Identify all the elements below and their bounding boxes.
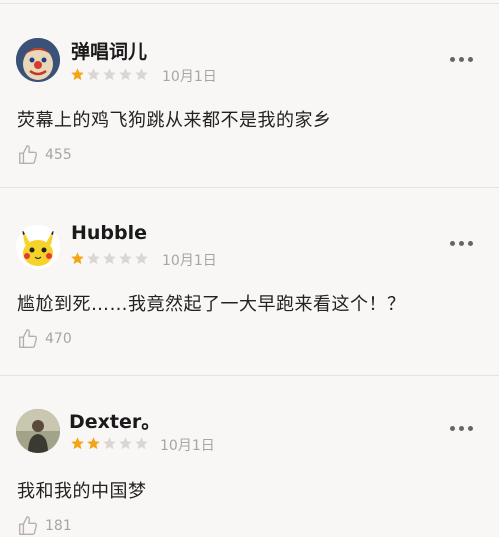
- comment-item: 弹唱词儿 10月1日 荧幕上的鸡飞狗跳从来都不是我的家乡 455: [0, 0, 499, 187]
- comment-item: Dexter。 10月1日 我和我的中国梦 181: [0, 376, 499, 536]
- star-empty-icon: [103, 437, 116, 450]
- thumbs-up-icon: [19, 329, 38, 348]
- comment-text: 荧幕上的鸡飞狗跳从来都不是我的家乡: [17, 110, 332, 131]
- star-filled-icon: [71, 68, 84, 81]
- like-count: 470: [45, 331, 72, 347]
- thumbs-up-icon: [19, 145, 38, 164]
- star-empty-icon: [87, 252, 100, 265]
- more-options-icon[interactable]: [450, 241, 473, 246]
- comment-item: Hubble 10月1日 尴尬到死……我竟然起了一大早跑来看这个！？ 470: [0, 188, 499, 375]
- star-empty-icon: [103, 68, 116, 81]
- star-empty-icon: [87, 68, 100, 81]
- rating-stars: [70, 67, 149, 82]
- like-count: 181: [45, 518, 72, 534]
- more-options-icon[interactable]: [450, 57, 473, 62]
- rating-stars: [70, 251, 149, 266]
- star-empty-icon: [119, 437, 132, 450]
- star-filled-icon: [87, 437, 100, 450]
- rating-stars: [70, 436, 149, 451]
- pikachu-avatar-icon[interactable]: [16, 225, 60, 269]
- star-empty-icon: [135, 252, 148, 265]
- like-button[interactable]: 470: [17, 328, 72, 350]
- star-empty-icon: [135, 437, 148, 450]
- clown-avatar-icon[interactable]: [16, 38, 60, 82]
- comment-text: 尴尬到死……我竟然起了一大早跑来看这个！？: [17, 294, 406, 315]
- star-filled-icon: [71, 252, 84, 265]
- star-empty-icon: [135, 68, 148, 81]
- comment-date: 10月1日: [162, 253, 217, 269]
- comment-text: 我和我的中国梦: [17, 481, 147, 502]
- like-button[interactable]: 455: [17, 144, 72, 166]
- star-empty-icon: [103, 252, 116, 265]
- comment-date: 10月1日: [160, 438, 215, 454]
- username[interactable]: Hubble: [71, 222, 147, 244]
- username[interactable]: 弹唱词儿: [71, 37, 147, 64]
- star-filled-icon: [71, 437, 84, 450]
- like-button[interactable]: 181: [17, 515, 72, 537]
- thumbs-up-icon: [19, 516, 38, 535]
- username[interactable]: Dexter。: [69, 407, 160, 434]
- person-photo-avatar-icon[interactable]: [16, 409, 60, 453]
- more-options-icon[interactable]: [450, 426, 473, 431]
- star-empty-icon: [119, 252, 132, 265]
- star-empty-icon: [119, 68, 132, 81]
- comment-date: 10月1日: [162, 69, 217, 85]
- like-count: 455: [45, 147, 72, 163]
